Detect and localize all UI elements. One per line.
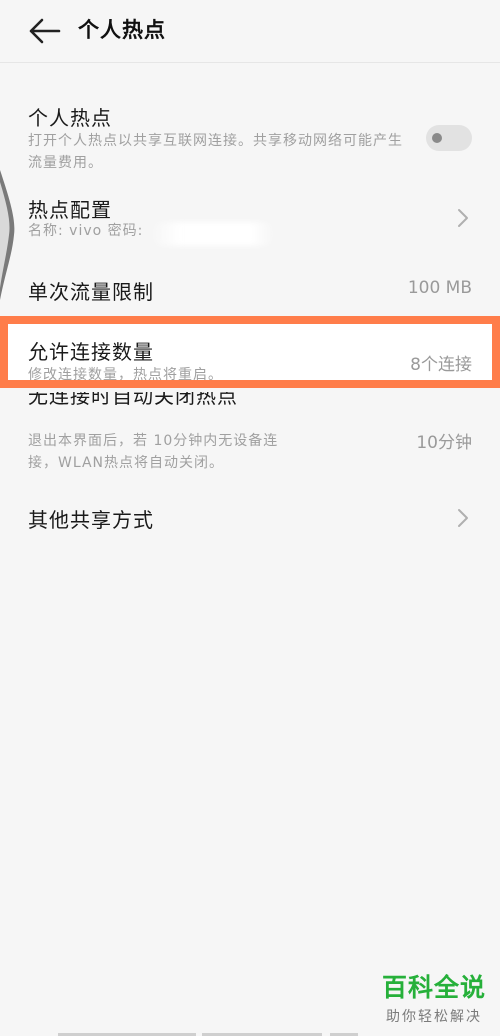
row-other-share[interactable]: 其他共享方式 (0, 502, 500, 536)
row-title: 无连接时自动关闭热点 (28, 392, 238, 408)
row-data-limit[interactable]: 单次流量限制 100 MB (0, 274, 500, 308)
row-value: 100 MB (407, 278, 472, 298)
back-arrow-icon[interactable] (28, 16, 62, 46)
watermark-logo: 百科全说 助你轻松解决 (382, 968, 486, 1026)
page-title: 个人热点 (78, 18, 166, 42)
row-description: 打开个人热点以共享互联网连接。共享移动网络可能产生流量费用。 (28, 133, 403, 171)
password-redaction (150, 222, 275, 246)
row-auto-off-title: 无连接时自动关闭热点 (0, 392, 500, 412)
watermark-slogan: 助你轻松解决 (385, 1009, 482, 1025)
toggle-knob (432, 133, 442, 143)
watermark-brand: 百科全说 (381, 973, 486, 1002)
row-title: 个人热点 (28, 106, 112, 130)
row-description: 退出本界面后，若 10分钟内无设备连接，WLAN热点将自动关闭。 (28, 433, 279, 471)
top-bar: 个人热点 (0, 0, 500, 63)
chevron-right-icon (458, 509, 468, 527)
chevron-right-icon (458, 209, 468, 227)
row-title: 单次流量限制 (28, 280, 154, 304)
row-value: 10分钟 (416, 433, 472, 453)
row-title: 其他共享方式 (28, 508, 154, 532)
highlight-box-overlay (0, 316, 500, 388)
row-personal-hotspot[interactable]: 个人热点 打开个人热点以共享互联网连接。共享移动网络可能产生流量费用。 (0, 100, 500, 180)
hotspot-toggle[interactable] (426, 125, 472, 151)
row-title: 热点配置 (28, 198, 112, 222)
